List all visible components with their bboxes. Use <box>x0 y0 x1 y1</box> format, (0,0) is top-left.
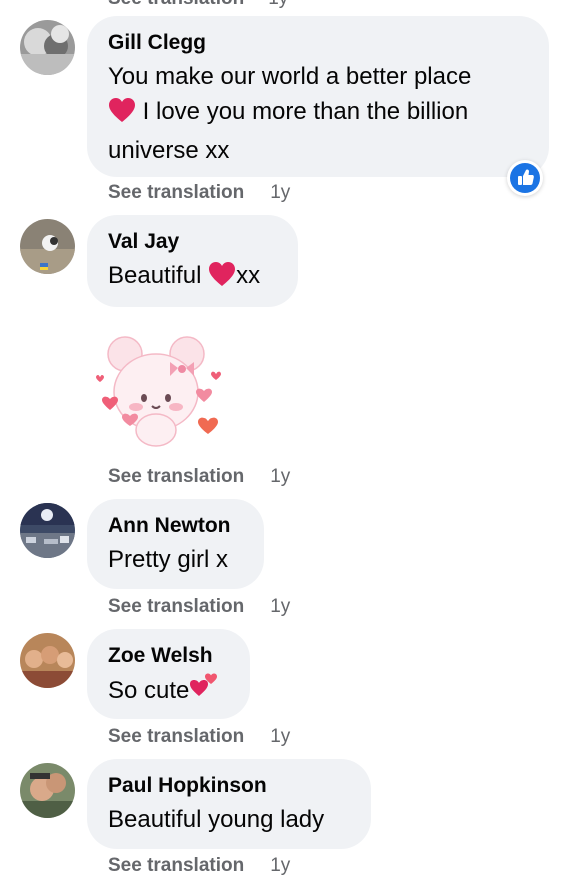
comment-age: 1y <box>268 0 288 9</box>
like-reaction-icon[interactable] <box>507 160 543 196</box>
comment-author[interactable]: Zoe Welsh <box>108 643 230 669</box>
comment-text: Beautiful xx <box>108 258 278 297</box>
see-translation-link[interactable]: See translation <box>108 182 244 203</box>
see-translation-link[interactable]: See translation <box>108 466 244 487</box>
comment-age: 1y <box>270 596 291 617</box>
comment-bubble: Val Jay Beautiful xx <box>87 215 298 307</box>
comment-meta: See translation 1y <box>108 596 290 618</box>
comment-age: 1y <box>270 466 291 487</box>
comment-author[interactable]: Paul Hopkinson <box>108 773 351 799</box>
heart-emoji-icon <box>108 97 136 133</box>
see-translation-link[interactable]: See translation <box>108 726 244 747</box>
comment-author[interactable]: Val Jay <box>108 229 278 255</box>
see-translation-link[interactable]: See translation <box>108 0 244 9</box>
comment-bubble: Zoe Welsh So cute <box>87 629 250 719</box>
comment-meta: See translation 1y <box>108 726 290 748</box>
previous-comment-meta: See translation 1y <box>108 0 288 10</box>
comment-author[interactable]: Gill Clegg <box>108 30 529 56</box>
comment-bubble: Paul Hopkinson Beautiful young lady <box>87 759 371 849</box>
see-translation-link[interactable]: See translation <box>108 596 244 617</box>
comment-age: 1y <box>270 726 291 747</box>
comment-meta: See translation 1y <box>108 855 290 877</box>
comment-age: 1y <box>270 855 291 876</box>
avatar[interactable] <box>20 763 75 818</box>
bear-sticker[interactable] <box>90 332 230 452</box>
comment-bubble: Ann Newton Pretty girl x <box>87 499 264 589</box>
comment-bubble: Gill Clegg You make our world a better p… <box>87 16 549 177</box>
avatar[interactable] <box>20 503 75 558</box>
avatar[interactable] <box>20 633 75 688</box>
comment-text: So cute <box>108 672 230 708</box>
comment-meta: See translation 1y <box>108 182 290 204</box>
heart-emoji-icon <box>208 261 236 297</box>
avatar[interactable] <box>20 20 75 75</box>
comment-text: Beautiful young lady <box>108 806 325 833</box>
see-translation-link[interactable]: See translation <box>108 855 244 876</box>
avatar[interactable] <box>20 219 75 274</box>
comment-author[interactable]: Ann Newton <box>108 513 244 539</box>
comment-text: Pretty girl x <box>108 546 229 573</box>
comment-text: You make our world a better place I love… <box>108 63 472 164</box>
two-hearts-emoji-icon <box>189 672 219 708</box>
comment-age: 1y <box>270 182 291 203</box>
comment-meta: See translation 1y <box>108 466 290 488</box>
